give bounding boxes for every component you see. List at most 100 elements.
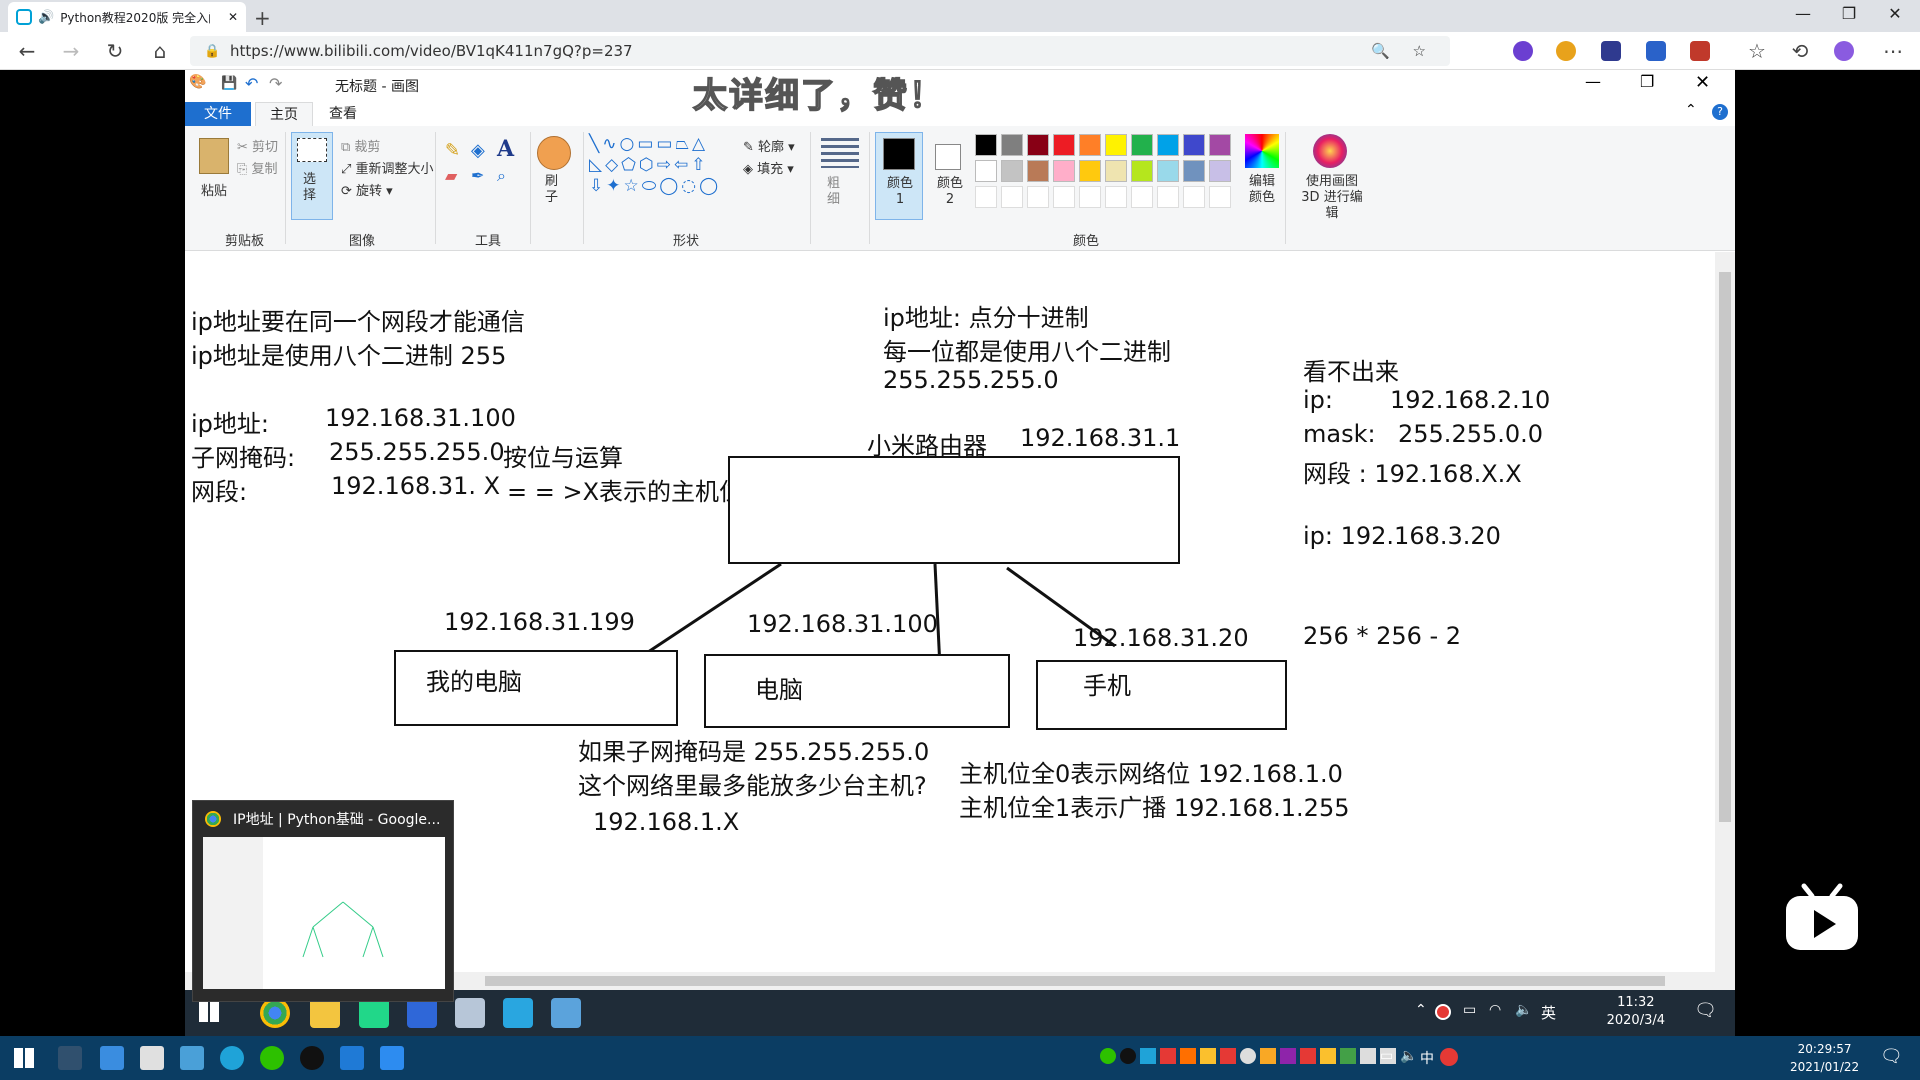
restore-icon[interactable]: ❐: [1826, 4, 1872, 23]
app-icon[interactable]: [503, 998, 533, 1028]
custom-color-swatch[interactable]: [975, 186, 997, 208]
extension-icon[interactable]: [1646, 41, 1666, 61]
edge-icon[interactable]: [220, 1046, 244, 1070]
network-icon[interactable]: ▭: [1380, 1048, 1393, 1064]
color-swatch[interactable]: [1053, 134, 1075, 156]
app-icon[interactable]: [407, 998, 437, 1028]
crop-button[interactable]: ⧉ 裁剪: [341, 136, 380, 155]
volume-icon[interactable]: 🔈: [1515, 1002, 1532, 1018]
home-icon[interactable]: ⌂: [145, 39, 175, 63]
start-icon[interactable]: [199, 1002, 219, 1022]
paint-icon[interactable]: [455, 998, 485, 1028]
pencil-icon[interactable]: ✎: [445, 140, 460, 161]
size-icon[interactable]: [821, 138, 859, 168]
inner-clock[interactable]: 11:32 2020/3/4: [1607, 994, 1665, 1030]
custom-color-swatch[interactable]: [1079, 186, 1101, 208]
edit-colors-button[interactable]: 编辑颜色: [1245, 174, 1279, 206]
color2-swatch[interactable]: [935, 144, 961, 170]
copy-button[interactable]: ⎘ 复制: [237, 158, 278, 177]
rotate-button[interactable]: ⟳ 旋转 ▾: [341, 180, 393, 199]
size-button[interactable]: 粗细: [827, 176, 847, 208]
color-swatch[interactable]: [1053, 160, 1075, 182]
outer-clock[interactable]: 20:29:57 2021/01/22: [1790, 1040, 1859, 1076]
tray-icons[interactable]: [1100, 1048, 1400, 1068]
favorite-icon[interactable]: ☆: [1413, 42, 1426, 60]
color-swatch[interactable]: [1183, 160, 1205, 182]
color-swatch[interactable]: [1157, 134, 1179, 156]
sogou-icon[interactable]: [1440, 1048, 1458, 1066]
color-swatch[interactable]: [1027, 134, 1049, 156]
custom-color-swatch[interactable]: [1183, 186, 1205, 208]
volume-icon[interactable]: 🔈: [1400, 1048, 1417, 1064]
color-swatch[interactable]: [1001, 134, 1023, 156]
address-bar[interactable]: 🔒 https://www.bilibili.com/video/BV1qK41…: [190, 36, 1450, 66]
paste-button[interactable]: 粘贴: [201, 180, 227, 199]
extension-icon[interactable]: [1601, 41, 1621, 61]
collapse-ribbon-icon[interactable]: ⌃: [1685, 102, 1697, 118]
color-swatch[interactable]: [1131, 160, 1153, 182]
tab-file[interactable]: 文件: [185, 102, 251, 126]
scroll-thumb[interactable]: [485, 976, 1665, 986]
brushes-button[interactable]: 刷子: [545, 174, 565, 206]
color-swatch[interactable]: [1157, 160, 1179, 182]
save-icon[interactable]: 💾: [221, 76, 237, 91]
video-player[interactable]: 🎨 💾 ↶ ↷ 无标题 - 画图 太详细了，赞！ — ❐ ✕ 文件 主页 查看 …: [0, 70, 1920, 1036]
ime-indicator[interactable]: 英: [1541, 1002, 1556, 1023]
custom-color-swatch[interactable]: [1131, 186, 1153, 208]
speaker-icon[interactable]: 🔊: [38, 10, 54, 25]
shapes-gallery[interactable]: ╲∿○▭▭⏢△ ◺◇⬠⬡⇨⇦⇧ ⇩✦☆⬭◯◌◯: [589, 134, 729, 198]
reload-icon[interactable]: ↻: [100, 39, 130, 63]
extension-icon[interactable]: [1690, 41, 1710, 61]
new-tab-icon[interactable]: +: [254, 6, 271, 30]
store-icon[interactable]: [140, 1046, 164, 1070]
more-icon[interactable]: ⋯: [1878, 39, 1908, 63]
tab-view[interactable]: 查看: [315, 102, 371, 126]
task-view-icon[interactable]: [58, 1046, 82, 1070]
history-icon[interactable]: ⟲: [1785, 39, 1815, 63]
eraser-icon[interactable]: ▰: [445, 166, 457, 185]
undo-icon[interactable]: ↶: [245, 74, 258, 93]
color-picker-icon[interactable]: ✒: [471, 166, 484, 185]
paint3d-button[interactable]: 使用画图 3D 进行编辑: [1295, 174, 1369, 222]
extension-icon[interactable]: [1513, 41, 1533, 61]
help-icon[interactable]: ?: [1712, 104, 1728, 120]
custom-color-swatch[interactable]: [1157, 186, 1179, 208]
browser-tab[interactable]: 🔊 Python教程2020版 完全入门 ✕: [8, 2, 246, 32]
favorites-icon[interactable]: ☆: [1742, 39, 1772, 63]
extension-icon[interactable]: [1556, 41, 1576, 61]
color-swatch[interactable]: [1105, 160, 1127, 182]
custom-color-swatch[interactable]: [1027, 186, 1049, 208]
wifi-icon[interactable]: ◠: [1489, 1002, 1501, 1018]
close-icon[interactable]: ✕: [1695, 72, 1710, 93]
brush-icon[interactable]: [537, 136, 571, 170]
wechat-icon[interactable]: [260, 1046, 284, 1070]
color-swatch[interactable]: [1209, 134, 1231, 156]
cut-button[interactable]: ✂ 剪切: [237, 136, 278, 155]
color-swatch[interactable]: [975, 160, 997, 182]
minimize-icon[interactable]: —: [1585, 72, 1601, 91]
notification-icon[interactable]: 🗨: [1880, 1046, 1903, 1067]
custom-color-swatch[interactable]: [1053, 186, 1075, 208]
fill-button[interactable]: ◈ 填充 ▾: [743, 158, 794, 177]
custom-color-swatch[interactable]: [1001, 186, 1023, 208]
resize-button[interactable]: ⤢ 重新调整大小: [341, 158, 434, 177]
vertical-scrollbar[interactable]: [1715, 252, 1735, 972]
zoom-icon[interactable]: 🔍: [1371, 42, 1390, 60]
profile-icon[interactable]: [1834, 41, 1854, 61]
ime-indicator[interactable]: 中: [1420, 1048, 1434, 1068]
back-icon[interactable]: ←: [12, 39, 42, 63]
pycharm-icon[interactable]: [359, 998, 389, 1028]
battery-icon[interactable]: ▭: [1463, 1002, 1476, 1018]
tray-chevron-icon[interactable]: ⌃: [1415, 1002, 1427, 1018]
chrome-icon[interactable]: [260, 998, 290, 1028]
restore-icon[interactable]: ❐: [1640, 72, 1654, 91]
color-swatch[interactable]: [1079, 160, 1101, 182]
color-swatch[interactable]: [1131, 134, 1153, 156]
color-swatch[interactable]: [1079, 134, 1101, 156]
app-icon[interactable]: [180, 1046, 204, 1070]
vscode-icon[interactable]: [340, 1046, 364, 1070]
app-icon[interactable]: [100, 1046, 124, 1070]
color-swatch[interactable]: [1209, 160, 1231, 182]
qq-icon[interactable]: [300, 1046, 324, 1070]
app-icon[interactable]: [551, 998, 581, 1028]
